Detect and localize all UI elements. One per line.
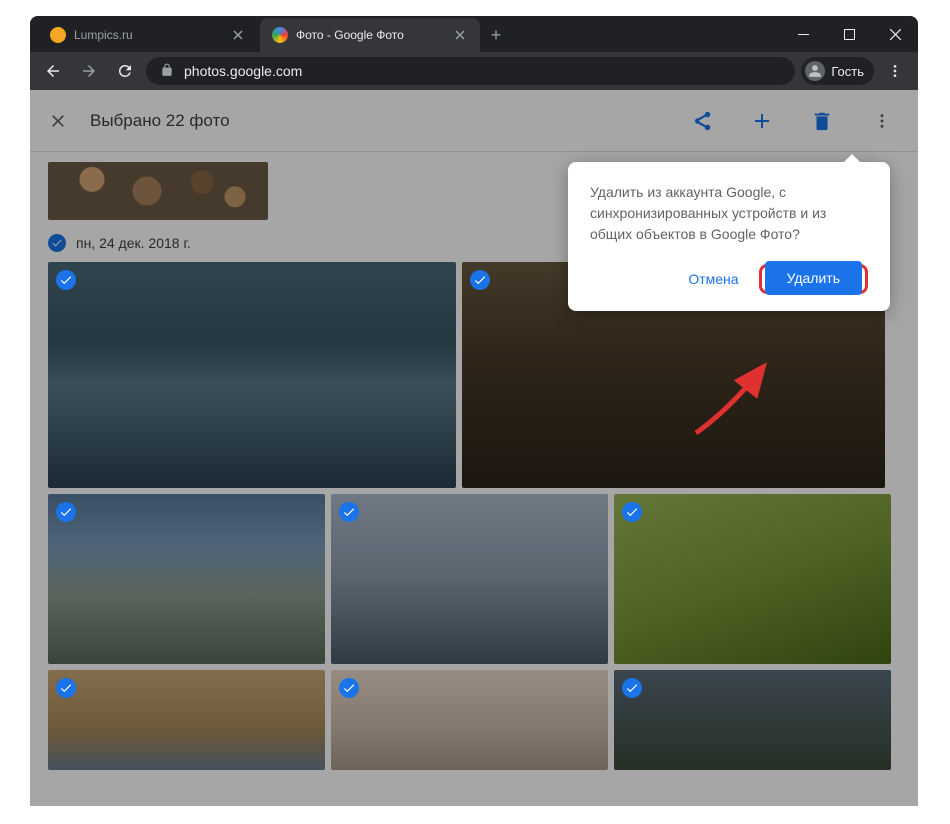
profile-label: Гость [831, 64, 864, 79]
close-window-button[interactable] [872, 19, 918, 49]
photo-thumbnail[interactable] [48, 162, 268, 220]
window-controls [780, 16, 918, 52]
date-label-text: пн, 24 дек. 2018 г. [76, 235, 191, 251]
address-bar[interactable]: photos.google.com [146, 57, 795, 85]
selection-bar: Выбрано 22 фото [30, 90, 918, 152]
check-icon [470, 270, 490, 290]
annotation-highlight: Удалить [759, 264, 868, 294]
url-text: photos.google.com [184, 63, 781, 79]
photo-thumbnail[interactable] [48, 262, 456, 488]
close-icon[interactable] [230, 27, 246, 43]
photo-thumbnail[interactable] [614, 494, 891, 664]
check-icon [56, 270, 76, 290]
popover-actions: Отмена Удалить [590, 263, 868, 295]
popover-message: Удалить из аккаунта Google, с синхронизи… [590, 182, 868, 245]
browser-window: Lumpics.ru Фото - Google Фото + [30, 16, 918, 806]
minimize-button[interactable] [780, 19, 826, 49]
share-button[interactable] [682, 101, 722, 141]
reload-button[interactable] [110, 56, 140, 86]
photo-thumbnail[interactable] [331, 494, 608, 664]
check-icon [56, 678, 76, 698]
cancel-button[interactable]: Отмена [676, 263, 750, 295]
photo-thumbnail[interactable] [48, 494, 325, 664]
more-options-button[interactable] [862, 101, 902, 141]
browser-tab[interactable]: Lumpics.ru [38, 18, 258, 52]
close-icon[interactable] [452, 27, 468, 43]
delete-confirm-popover: Удалить из аккаунта Google, с синхронизи… [568, 162, 890, 311]
tab-title: Lumpics.ru [74, 28, 222, 42]
check-icon [56, 502, 76, 522]
profile-chip[interactable]: Гость [801, 57, 874, 85]
back-button[interactable] [38, 56, 68, 86]
photo-thumbnail[interactable] [48, 670, 325, 770]
avatar-icon [805, 61, 825, 81]
content-area: Выбрано 22 фото пн, 24 дек. 2018 г. [30, 90, 918, 806]
selection-count: Выбрано 22 фото [90, 111, 662, 131]
new-tab-button[interactable]: + [482, 21, 510, 49]
forward-button[interactable] [74, 56, 104, 86]
lock-icon [160, 63, 174, 80]
browser-tab-active[interactable]: Фото - Google Фото [260, 18, 480, 52]
check-icon [622, 502, 642, 522]
favicon-icon [50, 27, 66, 43]
check-icon [622, 678, 642, 698]
photo-thumbnail[interactable] [331, 670, 608, 770]
check-icon [339, 678, 359, 698]
confirm-delete-button[interactable]: Удалить [765, 261, 862, 295]
tab-title: Фото - Google Фото [296, 28, 444, 42]
titlebar: Lumpics.ru Фото - Google Фото + [30, 16, 918, 52]
check-icon [339, 502, 359, 522]
browser-toolbar: photos.google.com Гость [30, 52, 918, 90]
photo-thumbnail[interactable] [614, 670, 891, 770]
add-to-button[interactable] [742, 101, 782, 141]
delete-button[interactable] [802, 101, 842, 141]
tab-strip: Lumpics.ru Фото - Google Фото + [30, 18, 780, 52]
deselect-button[interactable] [46, 109, 70, 133]
favicon-icon [272, 27, 288, 43]
maximize-button[interactable] [826, 19, 872, 49]
browser-menu-button[interactable] [880, 56, 910, 86]
check-icon [48, 234, 66, 252]
